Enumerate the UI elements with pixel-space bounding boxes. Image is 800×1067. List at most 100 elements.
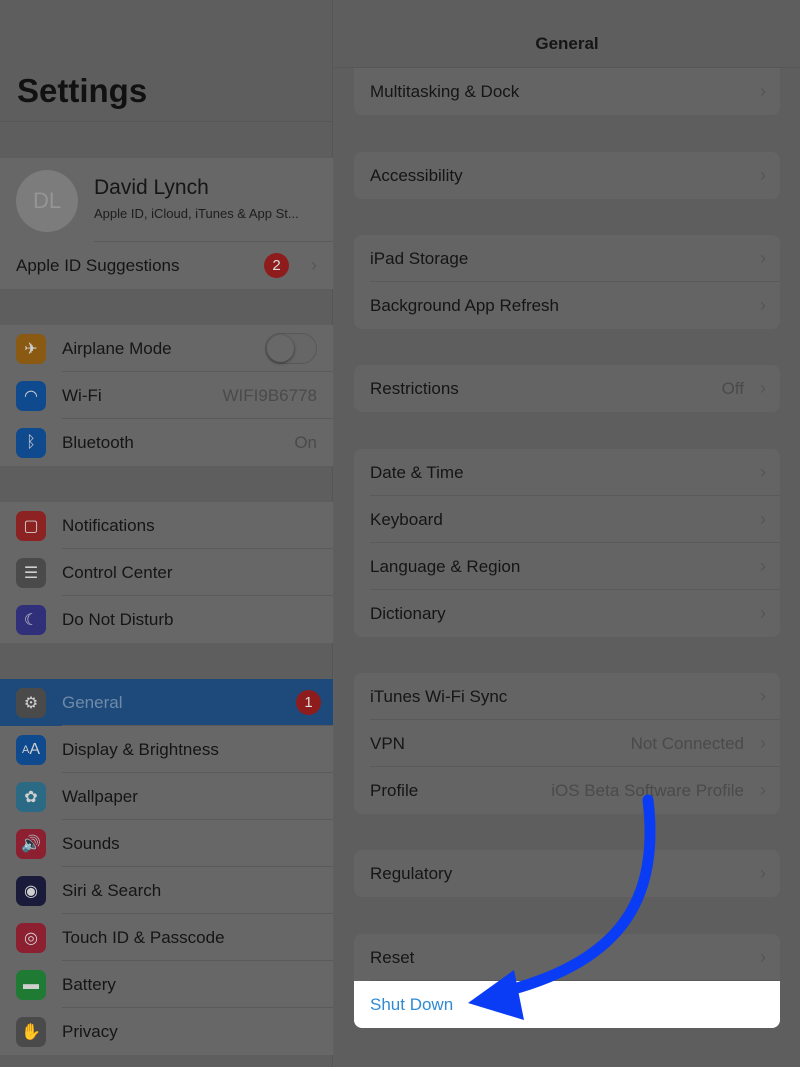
sidebar-item-sounds[interactable]: 🔊 Sounds xyxy=(0,820,333,867)
general-item-label: Shut Down xyxy=(370,994,454,1014)
general-item-itunes-wifi-sync[interactable]: iTunes Wi-Fi Sync › xyxy=(354,673,780,720)
settings-card: Reset › Shut Down xyxy=(354,934,780,1028)
airplane-mode-toggle[interactable] xyxy=(265,333,317,364)
general-item-multitasking-dock[interactable]: Multitasking & Dock › xyxy=(354,68,780,115)
apple-id-suggestions-row[interactable]: Apple ID Suggestions 2 › xyxy=(0,242,333,289)
general-item-shut-down[interactable]: Shut Down xyxy=(354,981,780,1028)
system-group: ⚙ General 1 A A Display & Brightness ✿ Wallp… xyxy=(0,679,333,1055)
general-detail-pane: General Multitasking & Dock › Accessibilit… xyxy=(334,0,800,1067)
account-group: DL David Lynch Apple ID, iCloud, iTunes … xyxy=(0,158,333,289)
general-item-date-time[interactable]: Date & Time › xyxy=(354,449,780,496)
sidebar-item-wifi[interactable]: ◠ Wi-Fi WIFI9B6778 xyxy=(0,372,333,419)
chevron-right-icon: › xyxy=(760,509,766,529)
general-item-language-region[interactable]: Language & Region › xyxy=(354,543,780,590)
chevron-right-icon: › xyxy=(760,248,766,268)
general-item-vpn[interactable]: VPN Not Connected › xyxy=(354,720,780,767)
settings-card: Regulatory › xyxy=(354,850,780,897)
chevron-right-icon: › xyxy=(760,556,766,576)
general-item-label: Accessibility xyxy=(370,165,463,185)
sidebar-item-label: General xyxy=(62,692,123,712)
general-item-label: iTunes Wi-Fi Sync xyxy=(370,686,508,706)
chevron-right-icon: › xyxy=(760,947,766,967)
sidebar-item-general[interactable]: ⚙ General 1 xyxy=(0,679,333,726)
toggle-knob xyxy=(267,335,294,362)
sidebar-item-privacy[interactable]: ✋ Privacy xyxy=(0,1008,333,1055)
battery-icon: ▬ xyxy=(16,969,46,1000)
row-label: Apple ID Suggestions xyxy=(16,255,180,275)
profile-name: David Lynch xyxy=(94,176,209,199)
general-item-ipad-storage[interactable]: iPad Storage › xyxy=(354,235,780,282)
control-center-icon: ☰ xyxy=(16,557,46,588)
sidebar-item-display-brightness[interactable]: AA Display & Brightness xyxy=(0,726,333,773)
general-item-label: Restrictions xyxy=(370,378,459,398)
general-item-value: Off xyxy=(721,378,744,398)
sidebar-item-value: WIFI9B6778 xyxy=(222,385,318,405)
sidebar-item-label: Privacy xyxy=(62,1021,118,1041)
notification-badge: 2 xyxy=(264,253,289,278)
connectivity-group: ✈ Airplane Mode ◠ Wi-Fi WIFI9B6778 ᛒ Blueto… xyxy=(0,325,333,466)
general-item-label: Keyboard xyxy=(370,509,443,529)
general-item-keyboard[interactable]: Keyboard › xyxy=(354,496,780,543)
sidebar-item-label: Control Center xyxy=(62,562,173,582)
sidebar-item-battery[interactable]: ▬ Battery xyxy=(0,961,333,1008)
profile-row[interactable]: DL David Lynch Apple ID, iCloud, iTunes … xyxy=(0,158,333,242)
sidebar-item-label: Do Not Disturb xyxy=(62,609,174,629)
sidebar-item-airplane-mode[interactable]: ✈ Airplane Mode xyxy=(0,325,333,372)
sidebar-item-wallpaper[interactable]: ✿ Wallpaper xyxy=(0,773,333,820)
chevron-right-icon: › xyxy=(760,780,766,800)
divider xyxy=(0,121,333,122)
general-item-regulatory[interactable]: Regulatory › xyxy=(354,850,780,897)
notifications-icon: ▢ xyxy=(16,510,46,541)
general-item-restrictions[interactable]: Restrictions Off › xyxy=(354,365,780,412)
sidebar-item-control-center[interactable]: ☰ Control Center xyxy=(0,549,333,596)
chevron-right-icon: › xyxy=(760,603,766,623)
chevron-right-icon: › xyxy=(760,863,766,883)
general-item-accessibility[interactable]: Accessibility › xyxy=(354,152,780,199)
avatar: DL xyxy=(16,170,78,232)
settings-card: Accessibility › xyxy=(354,152,780,199)
sidebar-item-notifications[interactable]: ▢ Notifications xyxy=(0,502,333,549)
general-item-dictionary[interactable]: Dictionary › xyxy=(354,590,780,637)
sidebar-item-touch-id-passcode[interactable]: ◎ Touch ID & Passcode xyxy=(0,914,333,961)
chevron-right-icon: › xyxy=(311,255,317,275)
general-item-label: Profile xyxy=(370,780,419,800)
general-item-label: Date & Time xyxy=(370,462,464,482)
settings-card: iPad Storage › Background App Refresh › xyxy=(354,235,780,329)
general-item-reset[interactable]: Reset › xyxy=(354,934,780,981)
general-item-label: Regulatory xyxy=(370,863,453,883)
settings-card: Restrictions Off › xyxy=(354,365,780,412)
general-item-label: iPad Storage xyxy=(370,248,469,268)
general-item-value: iOS Beta Software Profile xyxy=(551,780,744,800)
sidebar-item-label: Wi-Fi xyxy=(62,385,102,405)
chevron-right-icon: › xyxy=(760,81,766,101)
settings-card: Multitasking & Dock › xyxy=(354,68,780,115)
sidebar-item-siri-search[interactable]: ◉ Siri & Search xyxy=(0,867,333,914)
gear-icon: ⚙ xyxy=(16,687,46,718)
general-item-value: Not Connected xyxy=(630,733,744,753)
text-size-icon: AA xyxy=(16,734,46,765)
page-title: Settings xyxy=(17,72,148,109)
sidebar-item-do-not-disturb[interactable]: ☾ Do Not Disturb xyxy=(0,596,333,643)
settings-card: Date & Time › Keyboard › Language & Region › D… xyxy=(354,449,780,637)
sidebar-item-label: Notifications xyxy=(62,515,155,535)
chevron-right-icon: › xyxy=(760,295,766,315)
flower-icon: ✿ xyxy=(16,781,46,812)
sidebar-item-value: On xyxy=(294,432,317,452)
speaker-icon: 🔊 xyxy=(16,828,46,859)
general-item-label: Language & Region xyxy=(370,556,521,576)
chevron-right-icon: › xyxy=(760,733,766,753)
bluetooth-icon: ᛒ xyxy=(16,427,46,458)
sidebar-item-label: Battery xyxy=(62,974,116,994)
general-item-profile[interactable]: Profile iOS Beta Software Profile › xyxy=(354,767,780,814)
siri-icon: ◉ xyxy=(16,875,46,906)
general-item-label: Dictionary xyxy=(370,603,446,623)
settings-card: iTunes Wi-Fi Sync › VPN Not Connected › Profi… xyxy=(354,673,780,814)
nav-title: General xyxy=(535,34,599,53)
sidebar-item-bluetooth[interactable]: ᛒ Bluetooth On xyxy=(0,419,333,466)
notifications-group: ▢ Notifications ☰ Control Center ☾ Do Not … xyxy=(0,502,333,643)
notification-badge: 1 xyxy=(296,690,321,715)
general-item-background-app-refresh[interactable]: Background App Refresh › xyxy=(354,282,780,329)
sidebar-item-label: Siri & Search xyxy=(62,880,162,900)
airplane-icon: ✈ xyxy=(16,333,46,364)
chevron-right-icon: › xyxy=(760,378,766,398)
